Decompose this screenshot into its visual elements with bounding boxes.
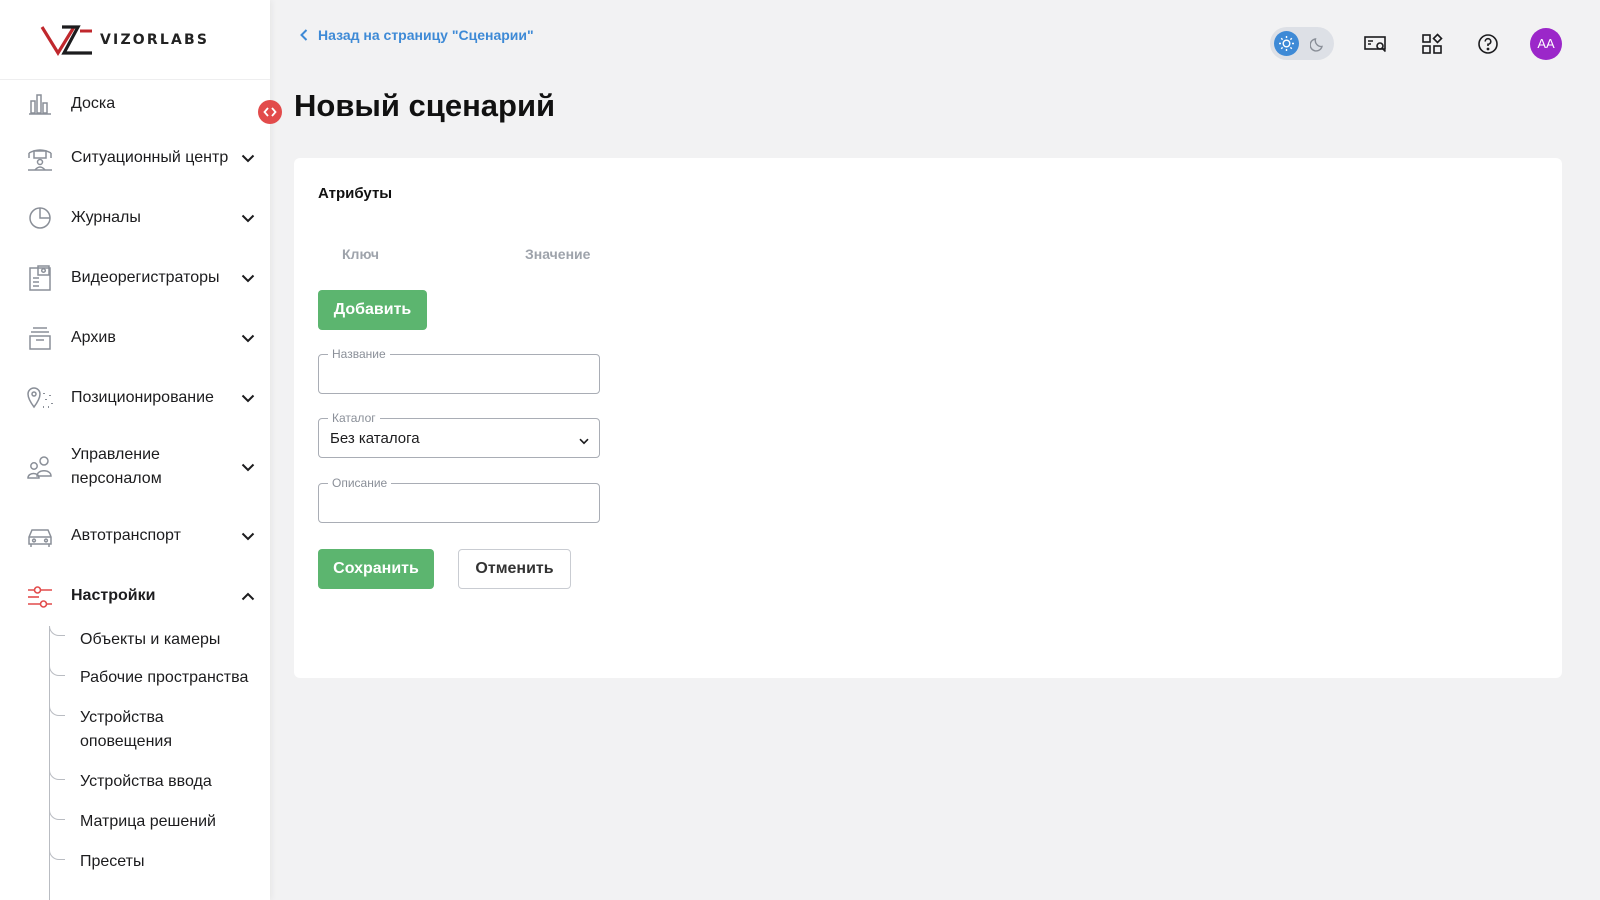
chevron-down-icon [240,270,256,286]
description-field[interactable]: Описание [318,476,600,523]
sidebar-item-label: Управление персоналом [71,446,162,487]
journals-pie-icon [26,204,54,232]
description-field-label: Описание [328,476,392,490]
video-recorder-icon [26,264,54,292]
user-avatar[interactable]: AA [1530,27,1562,60]
dashboard-chart-icon [26,90,54,118]
sidebar-item-situation-center[interactable]: Ситуационный центр [0,128,270,188]
brand-logo[interactable]: VIZORLABS [0,0,270,80]
sidebar-item-label: Ситуационный центр [71,149,229,166]
sidebar-item-dashboard[interactable]: Доска [0,80,270,128]
sidebar-item-personnel[interactable]: Управление персоналом [0,428,270,506]
sidebar-item-video-recorders[interactable]: Видеорегистраторы [0,248,270,308]
back-link-label: Назад на страницу "Сценарии" [318,27,534,43]
archive-box-icon [26,324,54,352]
chevron-down-icon [240,210,256,226]
submenu-item-presets[interactable]: Пресеты [49,850,270,890]
name-field-label: Название [328,347,390,361]
submenu-item-workspaces[interactable]: Рабочие пространства [49,666,270,706]
vizorlabs-logo-icon [40,24,92,56]
sidebar-item-label: Автотранспорт [71,527,181,544]
catalog-selected-value: Без каталога [330,430,420,447]
catalog-select[interactable]: Каталог Без каталога [318,411,600,458]
sidebar-item-label: Позиционирование [71,389,214,406]
scenario-form-card: Атрибуты Ключ Значение Добавить Название… [294,158,1562,678]
save-button[interactable]: Сохранить [318,549,434,589]
chevron-down-icon [240,528,256,544]
sidebar-item-label: Архив [71,329,116,346]
sidebar-nav: Доска Ситуационный центр Журналы Видеоре… [0,80,270,626]
sidebar-collapse-button[interactable] [258,100,282,124]
people-icon [26,453,54,481]
submenu-item-input-devices[interactable]: Устройства ввода [49,770,270,810]
sidebar-item-transport[interactable]: Автотранспорт [0,506,270,566]
name-field[interactable]: Название [318,347,600,394]
sidebar-item-settings[interactable]: Настройки [0,566,270,626]
sun-icon [1274,31,1299,56]
page-title: Новый сценарий [294,88,556,123]
moon-icon [1305,31,1330,56]
sidebar-item-positioning[interactable]: Позиционирование [0,368,270,428]
attributes-title: Атрибуты [318,185,393,202]
sidebar-item-label: Доска [71,95,116,112]
settings-sliders-icon [26,582,54,610]
code-arrows-icon [263,107,277,117]
submenu-item-decision-matrix[interactable]: Матрица решений [49,810,270,850]
settings-submenu: Объекты и камеры Рабочие пространства Ус… [49,626,270,900]
back-to-scenarios-link[interactable]: Назад на страницу "Сценарии" [300,27,534,43]
top-toolbar: AA [1270,27,1562,60]
help-circle-icon[interactable] [1474,30,1502,58]
chevron-up-icon [240,588,256,604]
theme-toggle[interactable] [1270,27,1334,60]
sidebar-item-journals[interactable]: Журналы [0,188,270,248]
monitor-search-icon[interactable] [1362,30,1390,58]
chevron-down-icon [240,390,256,406]
widgets-grid-icon[interactable] [1418,30,1446,58]
chevron-left-icon [300,29,308,41]
cancel-button[interactable]: Отменить [458,549,571,589]
chevron-down-icon [240,459,256,475]
chevron-down-icon [240,330,256,346]
attribute-value-header: Значение [525,246,591,262]
sidebar: VIZORLABS Доска Ситуационный центр Журна… [0,0,270,900]
sidebar-item-label: Настройки [71,587,156,604]
sidebar-item-label: Видеорегистраторы [71,269,220,286]
attribute-key-header: Ключ [342,246,379,262]
chevron-down-icon [240,150,256,166]
sidebar-item-archive[interactable]: Архив [0,308,270,368]
catalog-field-label: Каталог [328,411,380,425]
situation-center-icon [26,144,54,172]
location-pin-icon [26,384,54,412]
add-attribute-button[interactable]: Добавить [318,290,427,330]
submenu-item-notification-devices[interactable]: Устройства оповещения [49,706,249,770]
submenu-item-objects-cameras[interactable]: Объекты и камеры [49,626,270,666]
sidebar-item-label: Журналы [71,209,141,226]
chevron-down-icon [579,432,589,450]
car-icon [26,522,54,550]
brand-name: VIZORLABS [100,31,210,48]
